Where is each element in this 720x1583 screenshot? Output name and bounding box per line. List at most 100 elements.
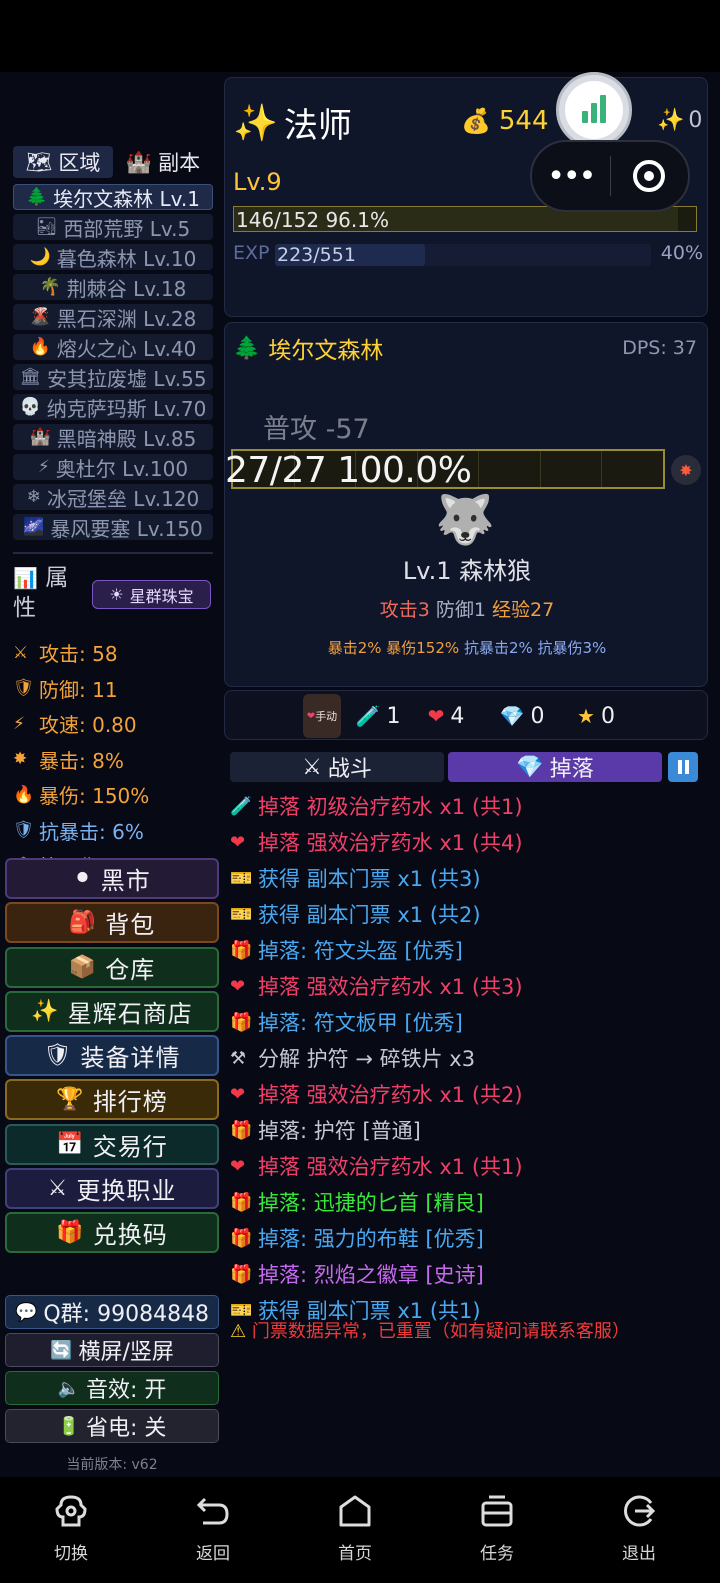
menu-button[interactable]: 📅 交易行: [5, 1123, 219, 1165]
menu-button[interactable]: ✨ 星辉石商店: [5, 990, 219, 1032]
diamond-icon: 💎: [516, 754, 544, 780]
exp-percent: 40%: [660, 242, 703, 264]
speaker-icon: 🔈: [57, 1377, 80, 1399]
setting-button[interactable]: 🔈 音效: 开: [5, 1371, 219, 1405]
setting-label: 横屏/竖屏: [78, 1340, 174, 1365]
swords-icon: ⚔: [47, 1176, 69, 1202]
tools-icon: ⚒: [230, 1047, 247, 1069]
menu-label: 仓库: [105, 955, 156, 984]
menu-button[interactable]: 📦 仓库: [5, 946, 219, 988]
left-panel: 🗺 区域 🏰 副本 🌲 埃尔文森林 Lv.1 🏜 西部荒野 Lv.5 🌙 暮色森林 Lv.10…: [5, 140, 219, 1475]
battle-panel: 🌲 埃尔文森林 DPS: 37 普攻 -57 27/27 100.0% ✸ 🐺 L…: [224, 322, 708, 687]
pause-button[interactable]: [668, 752, 698, 782]
battery-icon: 🔋: [57, 1415, 80, 1437]
warning-icon: ⚠: [230, 1322, 252, 1342]
zone-item[interactable]: ❄ 冰冠堡垒 Lv.120: [13, 484, 213, 511]
star-gem-button[interactable]: ☀ 星群珠宝: [92, 580, 211, 609]
log-entry: ❤ 掉落 强效治疗药水 x1 (共2): [230, 1076, 708, 1112]
auto-toggle[interactable]: ❤ 手动: [303, 694, 341, 738]
nav-home[interactable]: 首页: [310, 1489, 400, 1564]
enemy-hp-text: 27/27 100.0%: [225, 450, 472, 491]
nav-exit[interactable]: 退出: [594, 1489, 684, 1564]
menu-button[interactable]: 🏆 排行榜: [5, 1079, 219, 1121]
exp-text: 223/551: [277, 244, 356, 266]
zone-item[interactable]: 🌴 荆棘谷 Lv.18: [13, 274, 213, 301]
tab-dungeon[interactable]: 🏰 副本: [113, 146, 213, 178]
lightning-icon: ⚡: [13, 713, 25, 734]
zone-item[interactable]: 🏜 西部荒野 Lv.5: [13, 214, 213, 241]
menu-button[interactable]: ⚫ 黑市: [5, 858, 219, 899]
gift-icon: 🎁: [230, 1191, 253, 1213]
star-slot[interactable]: ★ 0: [561, 694, 631, 738]
heart-icon: ❤: [230, 1083, 246, 1105]
menu-button[interactable]: 🎁 兑换码: [5, 1212, 219, 1254]
nav-switch[interactable]: 切换: [26, 1489, 116, 1564]
zone-label: 安其拉废墟 Lv.55: [47, 366, 207, 391]
tab-battle-log[interactable]: ⚔ 战斗: [230, 752, 444, 782]
log-entry: 🎫 获得 副本门票 x1 (共3): [230, 860, 708, 896]
stat-row: 🛡抗暴伤: 7%: [13, 848, 218, 858]
more-icon[interactable]: •••: [532, 159, 610, 194]
setting-button[interactable]: 🔄 横屏/竖屏: [5, 1333, 219, 1367]
stat-row: 🔥 暴伤: 150%: [13, 777, 218, 813]
stat-text: 暴击: 8%: [39, 748, 124, 773]
heart-icon: ❤: [230, 831, 246, 853]
volcano-rock-icon: 🌋: [29, 307, 51, 327]
swords-icon: ⚔: [302, 754, 322, 780]
burst-skill-button[interactable]: ✸: [671, 455, 701, 485]
castle-icon: 🏰: [29, 427, 51, 447]
zone-item[interactable]: ⚡ 奥杜尔 Lv.100: [13, 454, 213, 481]
log-entry: 🧪 掉落 初级治疗药水 x1 (共1): [230, 788, 708, 824]
log-text: 掉落: 符文头盔 [优秀]: [258, 939, 463, 963]
log-text: 掉落 强效治疗药水 x1 (共3): [258, 975, 523, 999]
star-icon: ★: [577, 704, 595, 728]
setting-button[interactable]: 🔋 省电: 关: [5, 1409, 219, 1443]
heart-slot[interactable]: ❤ 4: [411, 694, 481, 738]
menu-button[interactable]: 🛡 装备详情: [5, 1035, 219, 1077]
zone-item[interactable]: 🌲 埃尔文森林 Lv.1: [13, 184, 213, 211]
exit-icon: [594, 1489, 684, 1533]
zone-item[interactable]: 🏰 黑暗神殿 Lv.85: [13, 424, 213, 451]
gift-icon: 🎁: [230, 1119, 253, 1141]
castle-icon: 🏰: [125, 149, 153, 174]
menu-button[interactable]: 🎒 背包: [5, 902, 219, 944]
black-orb-icon: ⚫: [73, 866, 93, 891]
rotate-icon: 🔄: [50, 1339, 73, 1361]
zone-item[interactable]: 🌌 暴风要塞 Lv.150: [13, 514, 213, 541]
damage-text: 普攻 -57: [263, 414, 370, 445]
log-entry: ⚒ 分解 护符 → 碎铁片 x3: [230, 1040, 708, 1076]
zone-item[interactable]: 🏛 安其拉废墟 Lv.55: [13, 364, 213, 391]
zone-label: 西部荒野 Lv.5: [63, 216, 191, 241]
sun-icon: ☀: [109, 585, 124, 604]
log-text: 获得 副本门票 x1 (共1): [258, 1299, 481, 1323]
log-text: 掉落: 烈焰之徽章 [史诗]: [258, 1263, 484, 1287]
log-entry: ❤ 掉落 强效治疗药水 x1 (共1): [230, 1148, 708, 1184]
nav-task[interactable]: 任务: [452, 1489, 542, 1564]
menu-label: 更换职业: [76, 1177, 177, 1206]
log-text: 掉落 强效治疗药水 x1 (共4): [258, 831, 523, 855]
log-text: 分解 护符 → 碎铁片 x3: [258, 1047, 476, 1071]
zone-item[interactable]: 🔥 熔火之心 Lv.40: [13, 334, 213, 361]
tab-drop-log[interactable]: 💎 掉落: [448, 752, 662, 782]
log-entry: 🎁 掉落: 强力的布鞋 [优秀]: [230, 1220, 708, 1256]
zone-item[interactable]: 💀 纳克萨玛斯 Lv.70: [13, 394, 213, 421]
zone-item[interactable]: 🌙 暮色森林 Lv.10: [13, 244, 213, 271]
performance-button[interactable]: [556, 72, 632, 148]
nav-back[interactable]: 返回: [168, 1489, 258, 1564]
potion-slot[interactable]: 🧪 1: [343, 694, 413, 738]
gem-slot[interactable]: 💎 0: [487, 694, 557, 738]
close-target-button[interactable]: [611, 160, 689, 192]
tab-region[interactable]: 🗺 区域: [13, 146, 113, 178]
hp-text: 146/152 96.1%: [236, 208, 389, 232]
stat-text: 暴伤: 150%: [39, 784, 150, 809]
setting-button[interactable]: 💬 Q群: 99084848: [5, 1295, 219, 1329]
zone-item[interactable]: 🌋 黑石深渊 Lv.28: [13, 304, 213, 331]
menu-button[interactable]: ⚔ 更换职业: [5, 1168, 219, 1210]
stat-row: ✸ 暴击: 8%: [13, 742, 218, 778]
stat-text: 抗暴伤: 7%: [39, 851, 144, 858]
zone-label: 熔火之心 Lv.40: [56, 336, 197, 361]
enemy-crit-rate: 暴击2%: [327, 639, 382, 657]
zone-label: 黑暗神殿 Lv.85: [56, 426, 197, 451]
enemy-anti-crit-dmg: 抗暴伤3%: [537, 639, 607, 657]
enemy-crit-dmg: 暴伤152%: [386, 639, 460, 657]
